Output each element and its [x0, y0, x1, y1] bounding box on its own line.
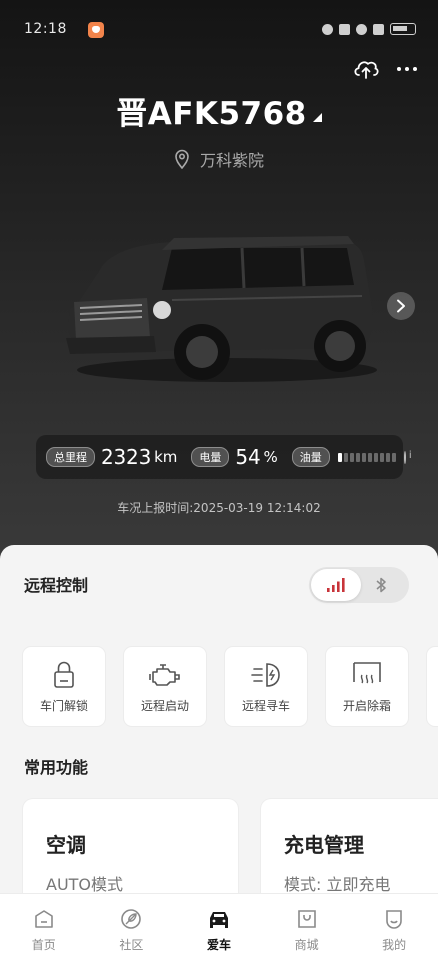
bluetooth-icon[interactable]: [371, 575, 391, 595]
tab-community-label: 社区: [119, 938, 144, 952]
cloud-upload-icon[interactable]: [352, 55, 380, 81]
fuel-segment: [361, 452, 366, 462]
remote-controls: 车门解锁 远程启动 远程寻车 开启除霜: [23, 647, 438, 726]
fuel-segment: [367, 452, 372, 462]
remote-start-button[interactable]: 远程启动: [124, 647, 206, 726]
defrost-icon: [353, 662, 381, 684]
tab-home-label: 首页: [31, 938, 56, 952]
fuel-segment: [343, 452, 348, 462]
defrost-label: 开启除霜: [342, 699, 391, 713]
tab-profile-label: 我的: [382, 938, 407, 952]
tab-my-car[interactable]: 爱车: [175, 894, 263, 960]
signal-bars-icon: [327, 578, 345, 592]
fuel-segment: [337, 452, 342, 462]
fuel-segment: [355, 452, 360, 462]
home-icon: [34, 910, 53, 928]
more-options-icon[interactable]: [393, 60, 421, 78]
vehicle-hero: 12:18 晋AFK5768 万科紫院 总里程 2323 km 电量 54 % …: [0, 0, 438, 580]
charging-management-title: 充电管理: [284, 833, 364, 857]
next-image-button[interactable]: [387, 292, 415, 320]
headlight-icon: [251, 663, 280, 687]
fuel-segment: [373, 452, 378, 462]
bottom-tab-bar: 首页 社区 爱车 商城 我的: [0, 893, 438, 960]
plate-selector[interactable]: 晋AFK5768: [0, 88, 438, 133]
air-conditioning-title: 空调: [46, 833, 86, 857]
location-pin-icon: [175, 149, 189, 169]
more-control-card[interactable]: [427, 647, 438, 726]
status-bar: 12:18: [0, 0, 438, 60]
defrost-button[interactable]: 开启除霜: [326, 647, 408, 726]
battery-unit: %: [263, 448, 278, 466]
tab-home[interactable]: 首页: [0, 894, 88, 960]
remote-control-title: 远程控制: [24, 576, 89, 595]
find-car-label: 远程寻车: [241, 699, 290, 713]
tab-shop-label: 商城: [294, 938, 319, 952]
nfc-icon: [339, 23, 350, 35]
find-car-button[interactable]: 远程寻车: [225, 647, 307, 726]
tab-profile[interactable]: 我的: [350, 894, 438, 960]
car-icon: [209, 912, 228, 928]
profile-icon: [386, 910, 402, 929]
vehicle-stats-bar: 总里程 2323 km 电量 54 % 油量: [36, 435, 416, 479]
fuel-tag: 油量: [291, 447, 330, 467]
chevron-right-icon: [397, 299, 405, 313]
engine-icon: [149, 664, 180, 686]
app-notification-icon: [88, 22, 104, 38]
plate-number: 晋AFK5768: [116, 96, 307, 132]
air-conditioning-mode: AUTO模式: [46, 875, 124, 894]
mileage-value: 2323: [101, 445, 152, 469]
fuel-segment: [349, 452, 354, 462]
report-time: 车况上报时间:2025-03-19 12:14:02: [117, 501, 321, 515]
status-icons: [322, 23, 416, 35]
network-mode-option[interactable]: [311, 569, 361, 601]
battery-icon: [390, 23, 416, 35]
fuel-segment: [391, 452, 396, 462]
remote-start-label: 远程启动: [140, 699, 189, 713]
fuel-segment: [385, 452, 390, 462]
tab-community[interactable]: 社区: [88, 894, 176, 960]
battery-tag: 电量: [191, 447, 230, 467]
fuel-segment: [379, 452, 384, 462]
mileage-unit: km: [154, 448, 178, 466]
tab-shop[interactable]: 商城: [263, 894, 351, 960]
status-time: 12:18: [24, 21, 67, 37]
vehicle-location: 万科紫院: [0, 147, 438, 171]
info-icon[interactable]: [403, 450, 416, 464]
location-text: 万科紫院: [199, 151, 264, 170]
vehicle-image: [66, 236, 377, 382]
plate-dropdown-icon: [312, 113, 322, 122]
door-unlock-button[interactable]: 车门解锁: [23, 647, 105, 726]
door-unlock-label: 车门解锁: [39, 699, 88, 713]
charging-mode: 模式: 立即充电: [284, 875, 391, 894]
lock-icon: [54, 661, 74, 688]
common-functions-title: 常用功能: [24, 758, 89, 777]
connection-mode-toggle[interactable]: [309, 567, 409, 603]
mileage-tag: 总里程: [46, 447, 95, 467]
vibrate-icon: [322, 23, 333, 35]
battery-value: 54: [235, 445, 261, 469]
wifi-icon: [356, 23, 367, 35]
shop-icon: [297, 910, 316, 928]
tab-my-car-label: 爱车: [206, 938, 231, 952]
signal-icon: [373, 23, 384, 35]
leaf-icon: [121, 909, 142, 929]
fuel-gauge: [337, 452, 396, 462]
